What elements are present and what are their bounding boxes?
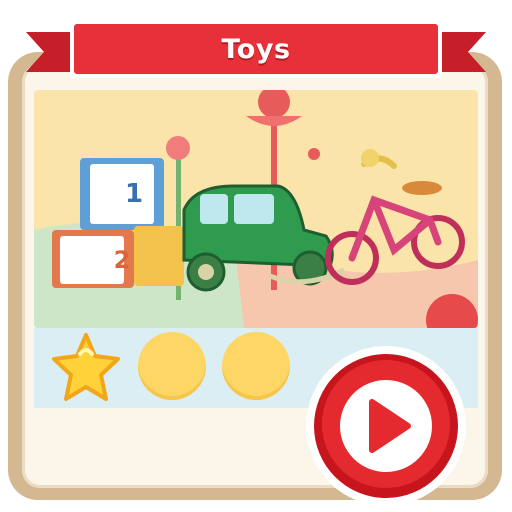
toy-bicycle bbox=[325, 149, 465, 285]
star-slot-3-empty bbox=[222, 332, 290, 400]
play-icon bbox=[306, 346, 466, 506]
star-slot-2-empty bbox=[138, 332, 206, 400]
toys-scene: 1 2 bbox=[34, 90, 478, 328]
block-label-1: 1 bbox=[125, 179, 143, 209]
toy-blocks: 1 2 bbox=[52, 158, 184, 288]
play-button[interactable] bbox=[304, 344, 468, 508]
card-title: Toys bbox=[221, 33, 291, 65]
star-slot-1-earned bbox=[50, 332, 120, 401]
title-ribbon: Toys bbox=[0, 0, 512, 90]
block-label-2: 2 bbox=[114, 246, 131, 274]
level-illustration[interactable]: 1 2 bbox=[34, 90, 478, 328]
star-icon bbox=[52, 333, 120, 401]
